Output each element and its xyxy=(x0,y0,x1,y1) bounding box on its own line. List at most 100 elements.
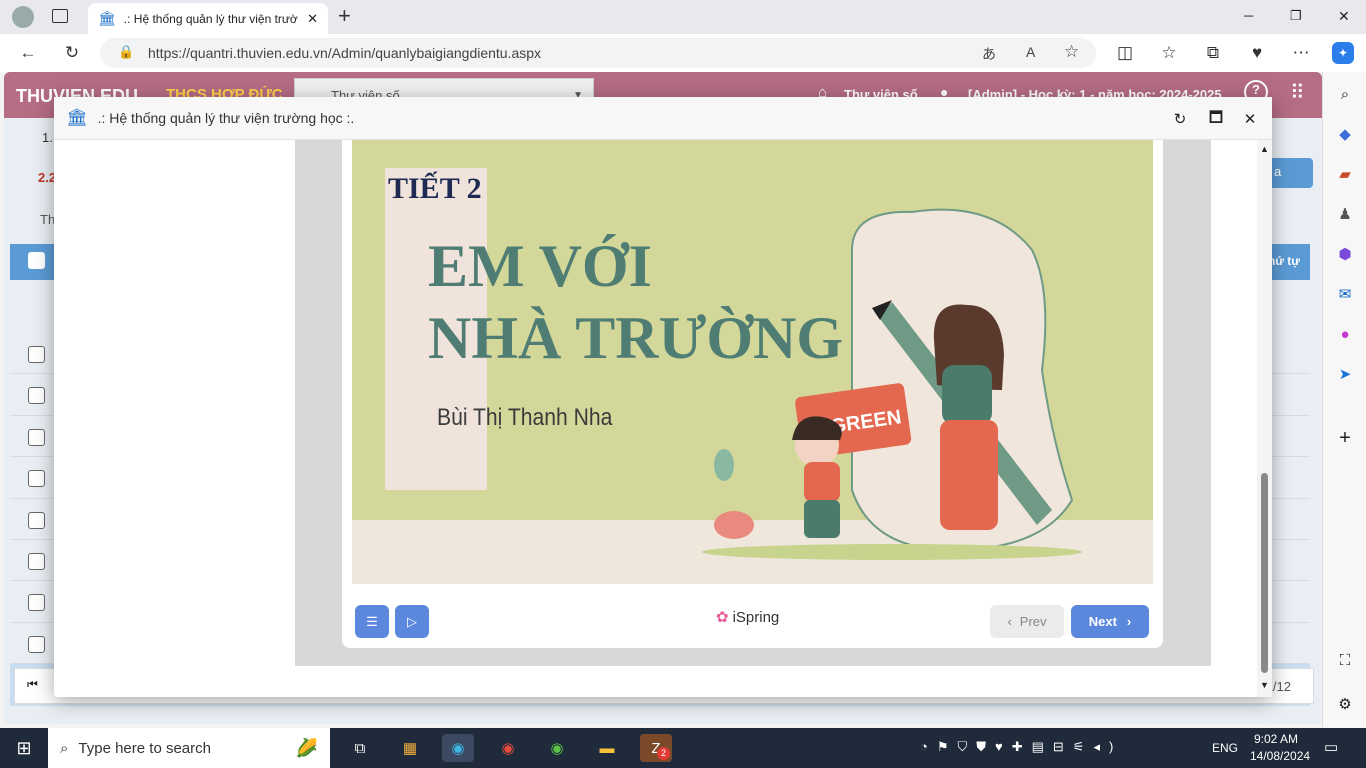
row-checkbox[interactable] xyxy=(28,635,45,653)
refresh-icon[interactable]: ↻ xyxy=(61,42,83,64)
search-placeholder: Type here to search xyxy=(78,739,211,757)
restore-button[interactable]: ❐ xyxy=(1290,8,1302,24)
shopping-tag-icon[interactable]: ◆ xyxy=(1335,124,1355,144)
toolbox-icon[interactable]: ▰ xyxy=(1335,164,1355,184)
illustration: GREEN xyxy=(702,208,1082,560)
first-page-icon[interactable]: ⏮ xyxy=(27,677,38,692)
library-favicon-icon: 🏛 xyxy=(98,10,116,26)
ground-shadow xyxy=(702,544,1082,560)
language-indicator[interactable]: ENG xyxy=(1212,741,1238,755)
next-label: Next xyxy=(1088,614,1117,629)
ispring-brand: iSpring xyxy=(732,608,780,626)
list-icon: ☰ xyxy=(366,614,378,629)
apps-grid-icon[interactable]: ⠿ xyxy=(1290,80,1305,105)
row-checkbox[interactable] xyxy=(28,470,45,488)
plant xyxy=(714,449,734,481)
add-sidebar-icon[interactable]: + xyxy=(1335,427,1355,449)
player-card: TIẾT 2 EM VỚI NHÀ TRƯỜNG Bùi Thị Thanh N… xyxy=(342,140,1163,648)
split-screen-icon[interactable]: ◫ xyxy=(1114,42,1136,64)
play-button[interactable]: ▷ xyxy=(395,605,429,638)
copilot-icon[interactable]: ✦ xyxy=(1332,42,1354,64)
prev-button[interactable]: ‹ Prev xyxy=(990,605,1064,638)
profile-icon[interactable] xyxy=(12,6,34,28)
outlook-icon[interactable]: ✉ xyxy=(1335,284,1355,304)
next-button[interactable]: Next › xyxy=(1071,605,1149,638)
row-checkbox[interactable] xyxy=(28,552,45,570)
minimize-button[interactable]: ─ xyxy=(1244,8,1253,23)
ispring-logo: ✿ iSpring xyxy=(716,608,780,627)
row-checkbox[interactable] xyxy=(28,428,45,446)
girl-legs xyxy=(940,420,998,530)
row-checkbox[interactable] xyxy=(28,594,45,612)
row-checkbox[interactable] xyxy=(28,346,45,363)
clock-date[interactable]: 14/08/2024 xyxy=(1250,749,1310,763)
store-icon[interactable]: ▦ xyxy=(394,734,426,762)
games-icon[interactable]: ♟ xyxy=(1335,204,1355,224)
performance-icon[interactable]: ♥ xyxy=(1246,42,1268,64)
screenshot-icon[interactable]: ⛶ xyxy=(1335,650,1355,670)
system-tray: ◔⚑⛉⛊♥✚▤⊟⚟◂) xyxy=(920,739,1123,754)
back-icon[interactable]: ← xyxy=(17,42,39,64)
search-icon[interactable]: ⌕ xyxy=(1335,84,1355,104)
favorites-icon[interactable]: ☆ xyxy=(1158,42,1180,64)
dialog-close-icon[interactable]: ✕ xyxy=(1240,109,1260,129)
zalo-badge: 2 xyxy=(657,747,670,760)
dialog-header: 🏛 .: Hệ thống quản lý thư viện trường họ… xyxy=(54,97,1272,140)
edge-sidebar: ⌕ ◆ ▰ ♟ ⬢ ✉ ● ➤ + ⛶ ⚙ xyxy=(1322,72,1366,728)
corn-icon: 🌽 xyxy=(295,737,318,758)
file-explorer-icon[interactable]: ▬ xyxy=(591,734,623,762)
taskbar-search[interactable]: ⌕ Type here to search 🌽 xyxy=(48,728,330,768)
url-text: https://quantri.thuvien.edu.vn/Admin/qua… xyxy=(148,45,542,61)
scroll-thumb[interactable] xyxy=(1261,473,1268,673)
tab-actions-icon[interactable] xyxy=(52,9,68,23)
more-menu-icon[interactable]: ⋯ xyxy=(1290,42,1312,64)
notification-icon[interactable]: ▭ xyxy=(1324,738,1338,756)
chrome-icon[interactable]: ◉ xyxy=(492,734,524,762)
play-icon: ▷ xyxy=(407,614,417,629)
scroll-up-icon[interactable]: ▲ xyxy=(1260,144,1269,154)
browser-tabbar: 🏛 .: Hệ thống quản lý thư viện trườ ✕ + … xyxy=(0,0,1366,34)
m365-icon[interactable]: ⬢ xyxy=(1335,244,1355,264)
scroll-down-icon[interactable]: ▼ xyxy=(1260,680,1269,690)
task-view-icon[interactable]: ⧉ xyxy=(344,734,376,762)
edge-icon[interactable]: ◉ xyxy=(442,734,474,762)
row-checkbox[interactable] xyxy=(28,511,45,529)
read-aloud-icon[interactable]: A xyxy=(1026,44,1035,60)
coccoc-icon[interactable]: ◉ xyxy=(541,734,573,762)
collections-icon[interactable]: ⧉ xyxy=(1202,42,1224,64)
reload-icon[interactable]: ↻ xyxy=(1170,109,1190,129)
breadcrumb-1[interactable]: 1. xyxy=(42,130,53,145)
select-all-checkbox[interactable] xyxy=(28,252,45,269)
ispring-flower-icon: ✿ xyxy=(716,609,729,626)
prev-label: Prev xyxy=(1019,614,1047,629)
boy-body xyxy=(804,462,840,502)
clock-time[interactable]: 9:02 AM xyxy=(1254,732,1298,746)
zalo-icon[interactable]: Z 2 xyxy=(640,734,672,762)
dialog-scrollbar[interactable]: ▲ ▼ xyxy=(1257,140,1272,697)
lecture-dialog: 🏛 .: Hệ thống quản lý thư viện trường họ… xyxy=(54,97,1272,697)
ispring-player: TIẾT 2 EM VỚI NHÀ TRƯỜNG Bùi Thị Thanh N… xyxy=(295,140,1211,666)
outline-button[interactable]: ☰ xyxy=(355,605,389,638)
new-tab-button[interactable]: + xyxy=(338,3,351,29)
favorite-star-icon[interactable]: ☆ xyxy=(1064,42,1079,62)
send-icon[interactable]: ➤ xyxy=(1335,364,1355,384)
windows-taskbar: ⊞ ⌕ Type here to search 🌽 ⧉ ▦ ◉ ◉ ◉ ▬ Z … xyxy=(0,728,1366,768)
library-logo-icon: 🏛 xyxy=(66,108,88,127)
windows-start-icon[interactable]: ⊞ xyxy=(8,734,40,762)
filter-label: Th xyxy=(40,212,56,227)
lecture-slide[interactable]: TIẾT 2 EM VỚI NHÀ TRƯỜNG Bùi Thị Thanh N… xyxy=(352,140,1153,584)
mushroom xyxy=(714,511,754,539)
chevron-left-icon: ‹ xyxy=(1007,614,1012,629)
tab-title: .: Hệ thống quản lý thư viện trườ xyxy=(123,11,298,26)
maximize-icon[interactable]: 🗖 xyxy=(1206,109,1226,129)
window-close-button[interactable]: ✕ xyxy=(1338,8,1350,25)
tab-close-icon[interactable]: ✕ xyxy=(307,11,318,27)
browser-tab[interactable]: 🏛 .: Hệ thống quản lý thư viện trườ ✕ xyxy=(88,3,328,34)
copilot-sidebar-icon[interactable]: ● xyxy=(1335,324,1355,344)
url-field[interactable]: 🔒 https://quantri.thuvien.edu.vn/Admin/q… xyxy=(100,38,1096,68)
translate-icon[interactable]: あ xyxy=(982,44,996,64)
settings-gear-icon[interactable]: ⚙ xyxy=(1335,694,1355,714)
row-checkbox[interactable] xyxy=(28,387,45,405)
lock-icon: 🔒 xyxy=(118,44,135,59)
chevron-right-icon: › xyxy=(1126,614,1132,629)
